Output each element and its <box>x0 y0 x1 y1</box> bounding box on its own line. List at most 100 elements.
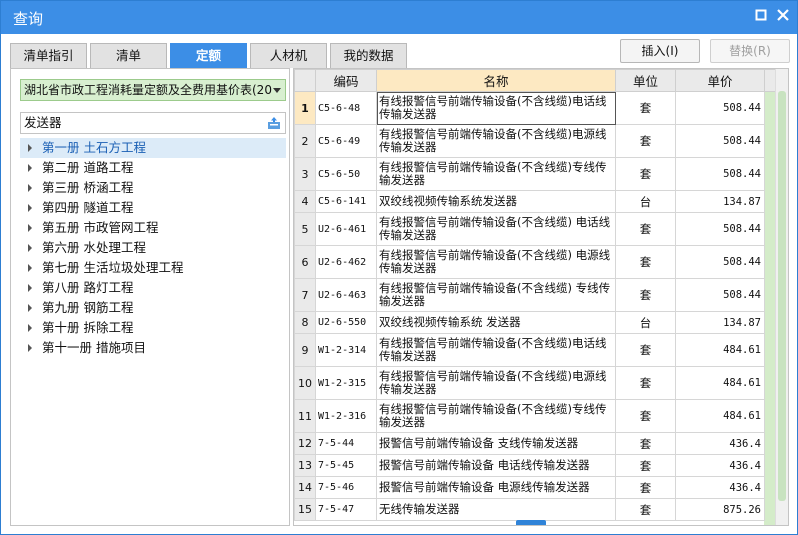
unit-cell: 套 <box>615 399 676 433</box>
table-row[interactable]: 14 7-5-46 报警信号前端传输设备 电源线传输发送器套 436.4 <box>294 476 777 499</box>
quota-library-dropdown[interactable]: 湖北省市政工程消耗量定额及全费用基价表(20 <box>20 79 286 101</box>
tree-item[interactable]: 第二册 道路工程 <box>20 158 286 178</box>
unit-cell: 套 <box>615 278 676 312</box>
header-code[interactable]: 编码 <box>315 69 377 92</box>
name-cell: 有线报警信号前端传输设备(不含线缆) 电话线传输发送器 <box>376 212 616 246</box>
code-cell: C5-6-50 <box>315 157 377 191</box>
tree-item[interactable]: 第七册 生活垃圾处理工程 <box>20 258 286 278</box>
row-number: 11 <box>294 399 316 433</box>
table-row[interactable]: 3 C5-6-50 有线报警信号前端传输设备(不含线缆)专线传输发送器套 508.44 <box>294 157 777 191</box>
tree-item[interactable]: 第六册 水处理工程 <box>20 238 286 258</box>
code-cell: W1-2-316 <box>315 399 377 433</box>
code-cell: W1-2-315 <box>315 366 377 400</box>
expand-arrow-icon[interactable] <box>28 304 32 312</box>
expand-arrow-icon[interactable] <box>28 284 32 292</box>
table-row[interactable]: 9 W1-2-314 有线报警信号前端传输设备(不含线缆)电话线传输发送器套 484.… <box>294 333 777 367</box>
unit-cell: 套 <box>615 476 676 499</box>
table-row[interactable]: 15 7-5-47 无线传输发送器套 875.26 <box>294 498 777 521</box>
table-row[interactable]: 10 W1-2-315 有线报警信号前端传输设备(不含线缆)电源线传输发送器套 484… <box>294 366 777 400</box>
close-icon[interactable] <box>775 9 791 25</box>
vertical-scrollbar[interactable] <box>775 69 788 525</box>
left-panel: 湖北省市政工程消耗量定额及全费用基价表(20 发送器 第一册 土石方工程第二册 … <box>10 68 290 526</box>
row-number: 9 <box>294 333 316 367</box>
window-title: 查询 <box>13 10 44 28</box>
price-cell: 134.87 <box>675 311 765 334</box>
name-cell: 报警信号前端传输设备 电源线传输发送器 <box>376 476 616 499</box>
restore-icon[interactable] <box>753 9 769 25</box>
price-cell: 508.44 <box>675 245 765 279</box>
unit-cell: 套 <box>615 91 676 125</box>
row-number: 7 <box>294 278 316 312</box>
insert-button[interactable]: 插入(I) <box>620 39 700 63</box>
tree-item[interactable]: 第十一册 措施项目 <box>20 338 286 358</box>
tree-item[interactable]: 第九册 钢筋工程 <box>20 298 286 318</box>
search-value: 发送器 <box>24 115 62 130</box>
tree-item-label: 第八册 路灯工程 <box>42 280 134 295</box>
row-number: 13 <box>294 454 316 477</box>
tree-item[interactable]: 第三册 桥涵工程 <box>20 178 286 198</box>
table-row[interactable]: 8 U2-6-550 双绞线视频传输系统 发送器台 134.87 <box>294 311 777 334</box>
expand-arrow-icon[interactable] <box>28 184 32 192</box>
tree-item[interactable]: 第八册 路灯工程 <box>20 278 286 298</box>
table-row[interactable]: 2 C5-6-49 有线报警信号前端传输设备(不含线缆)电源线传输发送器套 508.4… <box>294 124 777 158</box>
expand-arrow-icon[interactable] <box>28 204 32 212</box>
price-cell: 508.44 <box>675 212 765 246</box>
tree-item[interactable]: 第五册 市政管网工程 <box>20 218 286 238</box>
expand-arrow-icon[interactable] <box>28 244 32 252</box>
tree-item[interactable]: 第四册 隧道工程 <box>20 198 286 218</box>
name-cell: 有线报警信号前端传输设备(不含线缆)电源线传输发送器 <box>376 366 616 400</box>
expand-arrow-icon[interactable] <box>28 224 32 232</box>
chevron-down-icon <box>273 88 281 93</box>
panel-splitter-handle[interactable] <box>516 520 546 525</box>
header-name[interactable]: 名称 <box>376 69 616 92</box>
price-cell: 508.44 <box>675 157 765 191</box>
price-cell: 436.4 <box>675 454 765 477</box>
table-row[interactable]: 5 U2-6-461 有线报警信号前端传输设备(不含线缆) 电话线传输发送器套 508… <box>294 212 777 246</box>
code-cell: C5-6-141 <box>315 190 377 213</box>
expand-arrow-icon[interactable] <box>28 344 32 352</box>
expand-arrow-icon[interactable] <box>28 164 32 172</box>
replace-button[interactable]: 替换(R) <box>710 39 790 63</box>
expand-arrow-icon[interactable] <box>28 144 32 152</box>
search-filter-icon[interactable] <box>267 116 281 130</box>
expand-arrow-icon[interactable] <box>28 324 32 332</box>
tab-bill[interactable]: 清单 <box>90 43 167 68</box>
tab-labor-material-machine[interactable]: 人材机 <box>250 43 327 68</box>
table-row[interactable]: 7 U2-6-463 有线报警信号前端传输设备(不含线缆) 专线传输发送器套 508.… <box>294 278 777 312</box>
expand-arrow-icon[interactable] <box>28 264 32 272</box>
name-cell: 双绞线视频传输系统发送器 <box>376 190 616 213</box>
table-row[interactable]: 1 C5-6-48 有线报警信号前端传输设备(不含线缆)电话线传输发送器套 508.4… <box>294 91 777 125</box>
name-cell: 有线报警信号前端传输设备(不含线缆) 专线传输发送器 <box>376 278 616 312</box>
unit-cell: 套 <box>615 124 676 158</box>
code-cell: U2-6-462 <box>315 245 377 279</box>
code-cell: 7-5-44 <box>315 432 377 455</box>
unit-cell: 套 <box>615 212 676 246</box>
tree-item[interactable]: 第十册 拆除工程 <box>20 318 286 338</box>
header-unit[interactable]: 单位 <box>615 69 676 92</box>
tree-item-label: 第六册 水处理工程 <box>42 240 146 255</box>
title-bar[interactable]: 查询 <box>1 1 797 34</box>
scrollbar-thumb[interactable] <box>778 91 786 501</box>
unit-cell: 套 <box>615 333 676 367</box>
tab-quota[interactable]: 定额 <box>170 43 247 68</box>
search-input[interactable]: 发送器 <box>20 112 286 134</box>
table-row[interactable]: 11 W1-2-316 有线报警信号前端传输设备(不含线缆)专线传输发送器套 484.… <box>294 399 777 433</box>
table-row[interactable]: 6 U2-6-462 有线报警信号前端传输设备(不含线缆) 电源线传输发送器套 508… <box>294 245 777 279</box>
header-price[interactable]: 单价 <box>675 69 765 92</box>
results-panel: 编码 名称 单位 单价 1 C5-6-48 有线报警信号前端传输设备(不含线缆)电话… <box>293 68 789 526</box>
tree-item-label: 第二册 道路工程 <box>42 160 134 175</box>
tree-item-label: 第七册 生活垃圾处理工程 <box>42 260 184 275</box>
table-row[interactable]: 12 7-5-44 报警信号前端传输设备 支线传输发送器套 436.4 <box>294 432 777 455</box>
row-number: 15 <box>294 498 316 521</box>
price-cell: 508.44 <box>675 124 765 158</box>
tab-my-data[interactable]: 我的数据 <box>330 43 407 68</box>
row-number: 12 <box>294 432 316 455</box>
tree-item[interactable]: 第一册 土石方工程 <box>20 138 286 158</box>
tab-bill-guide[interactable]: 清单指引 <box>10 43 87 68</box>
unit-cell: 套 <box>615 454 676 477</box>
row-number: 6 <box>294 245 316 279</box>
table-row[interactable]: 13 7-5-45 报警信号前端传输设备 电话线传输发送器套 436.4 <box>294 454 777 477</box>
code-cell: U2-6-550 <box>315 311 377 334</box>
code-cell: 7-5-46 <box>315 476 377 499</box>
table-row[interactable]: 4 C5-6-141 双绞线视频传输系统发送器台 134.87 <box>294 190 777 213</box>
